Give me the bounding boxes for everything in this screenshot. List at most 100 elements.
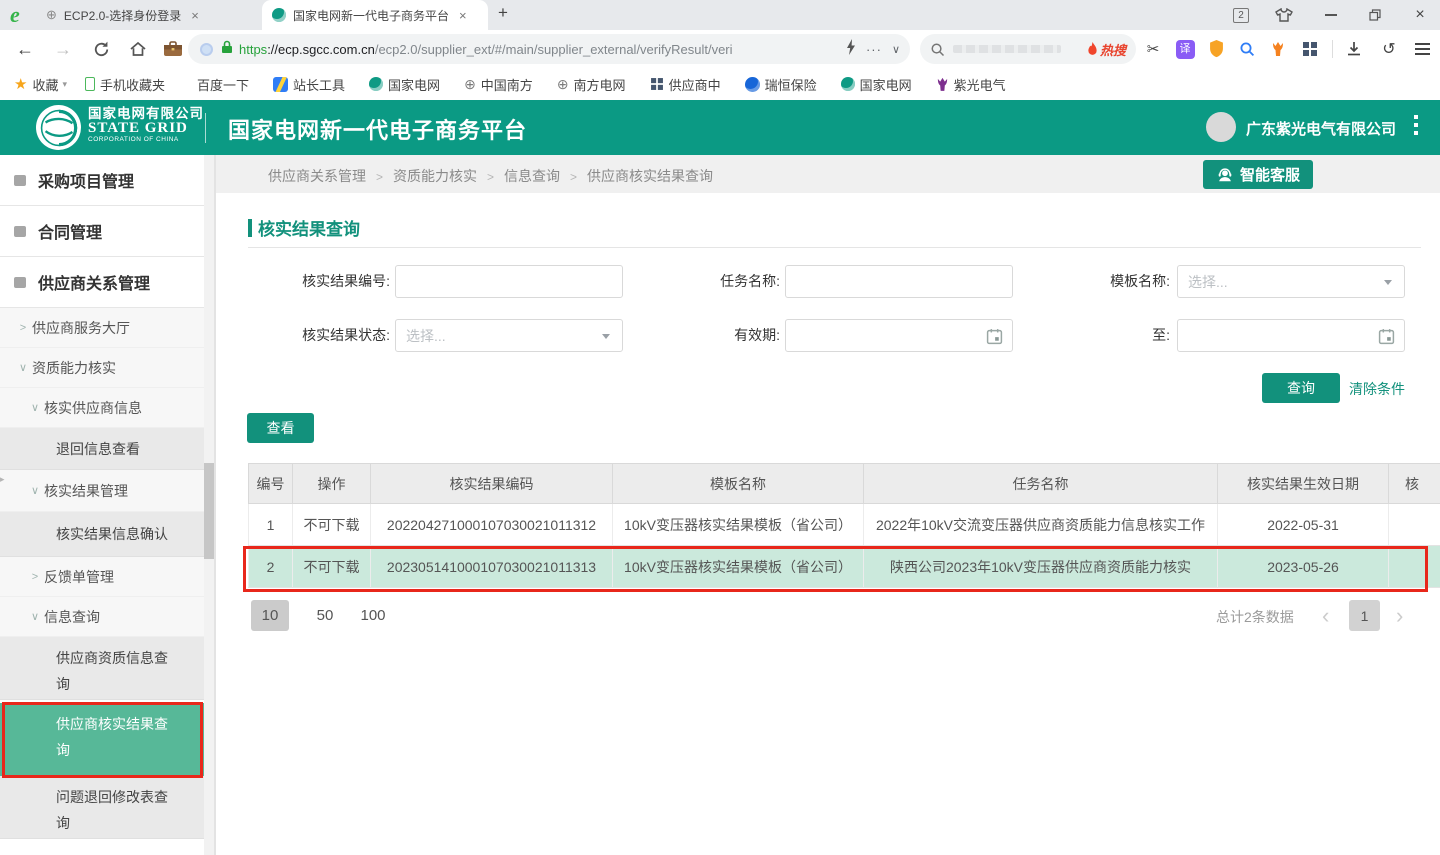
clear-conditions-link[interactable]: 清除条件 — [1349, 379, 1405, 399]
address-bar[interactable]: https://ecp.sgcc.com.cn/ecp2.0/supplier_… — [188, 34, 910, 64]
template-name-select[interactable]: 选择... — [1177, 265, 1405, 298]
current-page-button[interactable]: 1 — [1349, 600, 1380, 631]
reload-icon[interactable] — [88, 30, 114, 68]
bookmark-sgcc-2[interactable]: 国家电网 — [841, 75, 912, 94]
calendar-icon[interactable] — [1378, 328, 1395, 348]
sidebar-item-problem-return-modify-query[interactable]: 问题退回修改表查询 — [0, 776, 204, 839]
bookmark-zhanzhang[interactable]: 站长工具 — [273, 75, 345, 94]
extension-flame-icon[interactable] — [1265, 30, 1291, 68]
valid-from-date-input[interactable] — [785, 319, 1013, 352]
sidebar-item-returned-info-view[interactable]: 退回信息查看 — [0, 428, 204, 470]
menu-hamburger-icon[interactable] — [1408, 30, 1436, 68]
bookmark-mobile-folder[interactable]: 手机收藏夹 — [85, 75, 165, 94]
apps-grid-icon[interactable] — [1297, 30, 1323, 68]
table-header-row: 编号 操作 核实结果编码 模板名称 任务名称 核实结果生效日期 核 — [249, 464, 1440, 504]
result-status-select[interactable]: 选择... — [395, 319, 623, 352]
sidebar-item-supplier-qualification-query[interactable]: 供应商资质信息查询 — [0, 637, 204, 700]
task-name-input[interactable] — [785, 265, 1013, 298]
sidebar-item-supplier-verify-result-query-selected[interactable]: 供应商核实结果查询 — [0, 703, 204, 776]
sidebar-scrollbar-thumb[interactable] — [204, 463, 214, 559]
valid-to-date-input[interactable] — [1177, 319, 1405, 352]
translate-icon[interactable]: 译 — [1172, 30, 1198, 68]
site-info-icon[interactable] — [200, 43, 213, 56]
screenshot-scissors-icon[interactable]: ✂ — [1140, 30, 1166, 68]
forward-button[interactable]: → — [50, 30, 76, 68]
page-size-100[interactable]: 100 — [354, 600, 392, 631]
cell-action: 不可下载 — [293, 504, 371, 546]
company-name[interactable]: 广东紫光电气有限公司 — [1246, 118, 1396, 139]
minimize-button[interactable] — [1318, 0, 1344, 30]
bookmark-southern-grid[interactable]: ⊕ 南方电网 — [557, 75, 626, 94]
header-more-icon[interactable] — [1414, 115, 1418, 135]
avatar[interactable] — [1206, 112, 1236, 142]
bookmark-baidu[interactable]: 百度一下 — [197, 75, 249, 94]
search-input[interactable]: 热搜 — [920, 34, 1136, 64]
skin-theme-icon[interactable] — [1272, 0, 1296, 30]
bookmark-china-southern[interactable]: ⊕ 中国南方 — [464, 75, 533, 94]
restore-button[interactable] — [1362, 0, 1388, 30]
sidebar-item-qualification-verify[interactable]: ∨ 资质能力核实 — [0, 348, 204, 388]
find-magnifier-icon[interactable] — [1234, 30, 1260, 68]
col-task-name: 任务名称 — [864, 464, 1218, 504]
sidebar-item-contract[interactable]: 合同管理 — [0, 206, 204, 257]
prev-page-icon[interactable]: ‹ — [1322, 600, 1329, 631]
page-size-10-selected[interactable]: 10 — [251, 600, 289, 631]
url-text[interactable]: https://ecp.sgcc.com.cn/ecp2.0/supplier_… — [239, 42, 733, 57]
back-button[interactable]: ← — [12, 30, 38, 68]
table-row-selected[interactable]: 2 不可下载 202305141000107030021011313 10kV变… — [249, 546, 1440, 588]
breadcrumb-item[interactable]: 供应商关系管理 — [268, 168, 366, 184]
sidebar-item-verify-result-confirm[interactable]: 核实结果信息确认 — [0, 512, 204, 557]
smart-service-button[interactable]: 智能客服 — [1203, 160, 1313, 189]
bookmark-sgcc-1[interactable]: 国家电网 — [369, 75, 440, 94]
sidebar-item-verify-supplier-info[interactable]: ∨ 核实供应商信息 — [0, 388, 204, 428]
result-no-input[interactable] — [395, 265, 623, 298]
favorites-button[interactable]: ★ 收藏 ▾ — [14, 75, 67, 94]
bookmark-supplier[interactable]: 供应商中 — [650, 75, 721, 94]
sidebar-collapse-icon[interactable]: ▸ — [0, 474, 5, 485]
downloads-icon[interactable] — [1340, 30, 1368, 68]
view-button[interactable]: 查看 — [247, 413, 314, 443]
bookmark-ruiheng[interactable]: 瑞恒保险 — [745, 75, 817, 94]
sidebar-item-supplier-relation[interactable]: 供应商关系管理 — [0, 257, 204, 308]
supplier-grid-icon — [651, 78, 663, 90]
breadcrumb-item[interactable]: 资质能力核实 — [393, 168, 477, 184]
dropdown-chevron-icon[interactable]: ∨ — [892, 43, 900, 56]
sidebar-item-procurement[interactable]: 采购项目管理 — [0, 155, 204, 206]
briefcase-icon[interactable] — [158, 30, 188, 68]
tab-count-badge[interactable]: 2 — [1232, 0, 1250, 30]
breadcrumb-item-current: 供应商核实结果查询 — [587, 168, 713, 184]
tab-ecp-login[interactable]: ⊕ ECP2.0-选择身份登录 × — [36, 0, 260, 30]
state-grid-logo — [36, 105, 81, 150]
bookmark-ziguang[interactable]: 紫光电气 — [936, 75, 1006, 94]
home-icon[interactable] — [124, 30, 152, 68]
next-page-icon[interactable]: › — [1396, 600, 1403, 631]
sidebar-item-verify-result-mgmt[interactable]: ∨ 核实结果管理 — [0, 470, 204, 512]
close-window-button[interactable]: × — [1406, 0, 1434, 30]
browser-logo-icon[interactable]: e — [10, 2, 20, 28]
tab-close-icon[interactable]: × — [191, 8, 199, 23]
cell-partial — [1389, 504, 1440, 546]
security-shield-icon[interactable] — [1203, 30, 1229, 68]
browser-toolbar: ← → https://ecp.sgcc.com.cn/ecp2.0/suppl… — [0, 30, 1440, 68]
url-host: ://ecp.sgcc.com.cn — [267, 42, 375, 57]
hot-search-button[interactable]: 热搜 — [1087, 40, 1126, 59]
sidebar-item-service-hall[interactable]: > 供应商服务大厅 — [0, 308, 204, 348]
sidebar-item-info-query[interactable]: ∨ 信息查询 — [0, 597, 204, 637]
lightning-icon[interactable] — [846, 39, 856, 60]
https-lock-icon[interactable] — [221, 40, 233, 59]
tab-close-icon[interactable]: × — [459, 8, 467, 23]
tab-sgcc-platform-active[interactable]: 国家电网新一代电子商务平台 × — [262, 0, 488, 30]
url-scheme: https — [239, 42, 267, 57]
cell-template-name: 10kV变压器核实结果模板（省公司） — [613, 504, 864, 546]
query-button[interactable]: 查询 — [1262, 373, 1340, 403]
table-row[interactable]: 1 不可下载 202204271000107030021011312 10kV变… — [249, 504, 1440, 546]
restore-tab-icon[interactable]: ↺ — [1376, 30, 1402, 68]
breadcrumb-item[interactable]: 信息查询 — [504, 168, 560, 184]
calendar-icon[interactable] — [986, 328, 1003, 348]
header-divider — [205, 113, 206, 143]
sidebar-item-feedback-mgmt[interactable]: > 反馈单管理 — [0, 557, 204, 597]
more-tools-icon[interactable]: ··· — [866, 42, 882, 57]
page-size-50[interactable]: 50 — [310, 600, 340, 631]
new-tab-button[interactable]: + — [498, 3, 508, 23]
bookmark-label: 紫光电气 — [954, 75, 1006, 94]
